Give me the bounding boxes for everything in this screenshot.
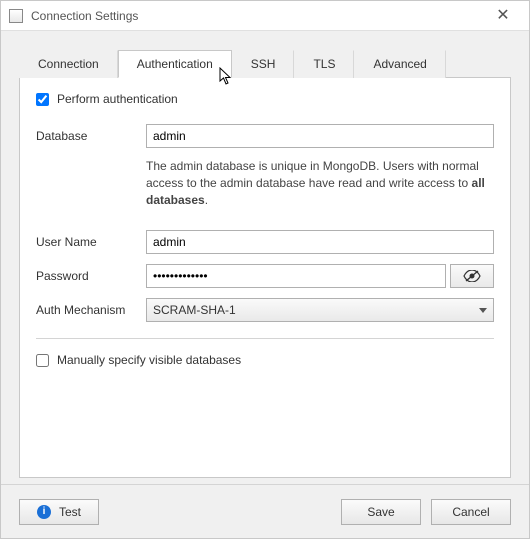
auth-mechanism-label: Auth Mechanism (36, 303, 146, 317)
manually-specify-db-checkbox[interactable] (36, 354, 49, 367)
test-button-label: Test (59, 505, 81, 519)
test-button[interactable]: i Test (19, 499, 99, 525)
close-icon: ✕ (496, 8, 509, 24)
database-hint: The admin database is unique in MongoDB.… (146, 158, 494, 208)
window-title: Connection Settings (31, 9, 485, 23)
auth-mechanism-value: SCRAM-SHA-1 (153, 303, 236, 317)
eye-slash-icon (463, 270, 481, 282)
cancel-button-label: Cancel (452, 505, 489, 519)
database-hint-post: . (205, 193, 208, 207)
database-input[interactable] (146, 124, 494, 148)
app-icon (9, 9, 23, 23)
tab-panel-authentication: Perform authentication Database The admi… (19, 78, 511, 478)
perform-auth-label: Perform authentication (57, 92, 178, 106)
chevron-down-icon (479, 308, 487, 313)
password-label: Password (36, 269, 146, 283)
titlebar: Connection Settings ✕ (1, 1, 529, 31)
tab-authentication[interactable]: Authentication (118, 50, 232, 78)
content-area: Connection Authentication SSH TLS Advanc… (1, 31, 529, 478)
database-hint-pre: The admin database is unique in MongoDB.… (146, 159, 479, 190)
password-input[interactable] (146, 264, 446, 288)
username-label: User Name (36, 235, 146, 249)
manually-specify-db-label: Manually specify visible databases (57, 353, 241, 367)
dialog-footer: i Test Save Cancel (1, 484, 529, 538)
close-button[interactable]: ✕ (485, 2, 521, 30)
save-button-label: Save (367, 505, 394, 519)
tab-advanced[interactable]: Advanced (354, 50, 445, 78)
info-icon: i (37, 505, 51, 519)
toggle-password-visibility-button[interactable] (450, 264, 494, 288)
section-divider (36, 338, 494, 339)
auth-mechanism-select[interactable]: SCRAM-SHA-1 (146, 298, 494, 322)
tab-ssh[interactable]: SSH (232, 50, 295, 78)
tab-bar: Connection Authentication SSH TLS Advanc… (19, 49, 511, 78)
username-input[interactable] (146, 230, 494, 254)
database-label: Database (36, 129, 146, 143)
dialog-connection-settings: Connection Settings ✕ Connection Authent… (0, 0, 530, 539)
cancel-button[interactable]: Cancel (431, 499, 511, 525)
save-button[interactable]: Save (341, 499, 421, 525)
tab-connection[interactable]: Connection (19, 50, 118, 78)
tab-tls[interactable]: TLS (294, 50, 354, 78)
perform-auth-checkbox[interactable] (36, 93, 49, 106)
